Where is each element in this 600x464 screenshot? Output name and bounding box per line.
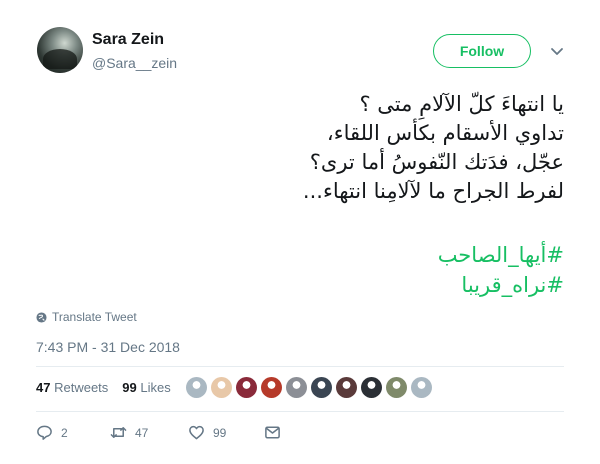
liker-avatar[interactable] (311, 377, 332, 398)
reply-count: 2 (61, 425, 68, 440)
liker-avatar[interactable] (336, 377, 357, 398)
tweet-line: يا انتهاءَ كلّ الآلامِ متى ؟ (359, 92, 564, 116)
retweets-stat[interactable]: 47 Retweets (36, 380, 108, 395)
like-button[interactable]: 99 (188, 424, 226, 441)
tweet-line: لفرط الجراح ما لآلامِنا انتهاء... (302, 179, 564, 203)
tweet-text: يا انتهاءَ كلّ الآلامِ متى ؟ تداوي الأسق… (60, 90, 564, 206)
envelope-icon (265, 426, 280, 439)
tweet-stats: 47 Retweets 99 Likes (36, 380, 171, 395)
follow-button[interactable]: Follow (433, 34, 531, 68)
tweet-card: Sara Zein @Sara__zein Follow يا انتهاءَ … (0, 0, 600, 464)
heart-icon (189, 425, 204, 440)
translate-tweet-link[interactable]: Translate Tweet (36, 310, 137, 324)
user-handle[interactable]: @Sara__zein (92, 55, 177, 71)
divider (36, 411, 564, 412)
tweet-timestamp[interactable]: 7:43 PM - 31 Dec 2018 (36, 339, 180, 355)
retweets-label: Retweets (54, 380, 109, 395)
retweet-button[interactable]: 47 (110, 424, 148, 441)
reply-button[interactable]: 2 (36, 424, 68, 441)
hashtag-list: #أيها_الصاحب #نراه_قريبا (60, 240, 564, 300)
avatar[interactable] (37, 27, 83, 73)
retweet-icon (110, 427, 127, 438)
likes-stat[interactable]: 99 Likes (122, 380, 170, 395)
reply-icon (37, 425, 52, 440)
likes-label: Likes (140, 380, 171, 395)
translate-label: Translate Tweet (52, 310, 137, 324)
like-count: 99 (213, 425, 227, 440)
hashtag-link[interactable]: #نراه_قريبا (60, 270, 564, 300)
liker-avatars (186, 377, 432, 398)
direct-message-button[interactable] (264, 424, 281, 441)
chevron-down-icon[interactable] (546, 40, 568, 62)
hashtag-link[interactable]: #أيها_الصاحب (60, 240, 564, 270)
globe-icon (36, 311, 47, 323)
liker-avatar[interactable] (411, 377, 432, 398)
retweet-count: 47 (135, 425, 149, 440)
liker-avatar[interactable] (286, 377, 307, 398)
liker-avatar[interactable] (261, 377, 282, 398)
retweets-count: 47 (36, 380, 51, 395)
tweet-line: عجّل، فدَتك النّفوسُ أما ترى؟ (309, 150, 564, 174)
liker-avatar[interactable] (361, 377, 382, 398)
divider (36, 366, 564, 367)
liker-avatar[interactable] (211, 377, 232, 398)
likes-count: 99 (122, 380, 137, 395)
liker-avatar[interactable] (386, 377, 407, 398)
tweet-line: تداوي الأسقام بكأس اللقاء، (326, 121, 564, 145)
display-name[interactable]: Sara Zein (92, 31, 164, 49)
liker-avatar[interactable] (236, 377, 257, 398)
liker-avatar[interactable] (186, 377, 207, 398)
